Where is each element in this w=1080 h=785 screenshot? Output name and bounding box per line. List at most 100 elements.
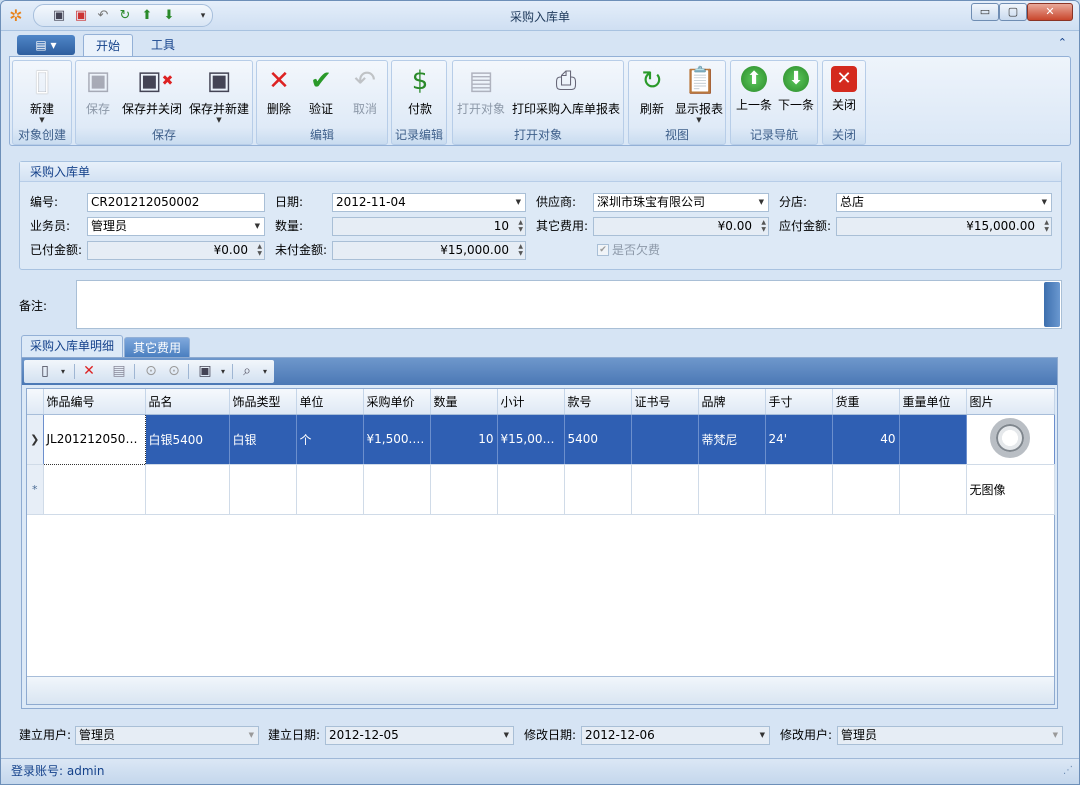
spin-arrows-icon[interactable]: ▲ ▼ — [518, 219, 523, 233]
tab-detail[interactable]: 采购入库单明细 — [21, 335, 124, 357]
delete-button[interactable]: ✕ 删除 — [259, 63, 299, 123]
pay-button[interactable]: $ 付款 — [398, 63, 442, 123]
cell-brand[interactable] — [698, 464, 766, 515]
dropdown-arrow-icon[interactable]: ▼ — [759, 194, 764, 211]
cell-qty[interactable] — [430, 464, 498, 515]
payable-field[interactable]: ¥15,000.00 ▲ ▼ — [836, 217, 1052, 236]
minimize-button[interactable]: ▭ — [971, 3, 999, 21]
cell-subtotal[interactable] — [497, 464, 565, 515]
branch-field[interactable]: 总店 ▼ — [836, 193, 1052, 212]
quantity-field[interactable]: 10 ▲ ▼ — [332, 217, 526, 236]
cell-type[interactable] — [229, 464, 297, 515]
column-header[interactable]: 饰品编号 — [43, 389, 146, 415]
dropdown-arrow-icon[interactable]: ▼ — [760, 727, 765, 744]
maximize-button[interactable]: ▢ — [999, 3, 1027, 21]
spin-arrows-icon[interactable]: ▲ ▼ — [1044, 219, 1049, 233]
cell-weight-unit[interactable] — [899, 464, 967, 515]
save-close-button[interactable]: ▣✖ 保存并关闭 — [120, 63, 184, 123]
refresh-button[interactable]: ↻ 刷新 — [631, 63, 673, 123]
dropdown-caret-icon[interactable]: ▾ — [54, 363, 72, 380]
row-indicator[interactable]: * — [27, 464, 44, 515]
column-header[interactable]: 重量单位 — [899, 389, 967, 415]
prev-record-button[interactable]: ⬆ 上一条 — [733, 63, 775, 123]
column-header[interactable]: 手寸 — [765, 389, 833, 415]
cell-type[interactable]: 白银 — [229, 414, 297, 465]
cell-cert-no[interactable] — [631, 464, 699, 515]
column-header[interactable]: 品名 — [145, 389, 230, 415]
memo-scrollbar[interactable] — [1044, 282, 1060, 327]
dropdown-arrow-icon[interactable]: ▼ — [1042, 194, 1047, 211]
print-report-button[interactable]: ⎙ 打印采购入库单报表 — [509, 63, 623, 123]
move-down-icon[interactable]: ⊙ — [165, 363, 183, 380]
column-header[interactable]: 小计 — [497, 389, 565, 415]
cell-price[interactable]: ¥1,500.00 — [363, 414, 431, 465]
next-record-button[interactable]: ⬇ 下一条 — [775, 63, 817, 123]
column-header[interactable]: 单位 — [296, 389, 364, 415]
spin-arrows-icon[interactable]: ▲ ▼ — [257, 243, 262, 257]
paid-field[interactable]: ¥0.00 ▲ ▼ — [87, 241, 265, 260]
column-header[interactable]: 图片 — [966, 389, 1055, 415]
column-header[interactable]: 采购单价 — [363, 389, 431, 415]
cell-unit[interactable] — [296, 464, 364, 515]
spin-arrows-icon[interactable]: ▲ ▼ — [518, 243, 523, 257]
close-button[interactable]: ✕ 关闭 — [825, 63, 863, 123]
dropdown-arrow-icon[interactable]: ▼ — [1053, 727, 1058, 744]
validate-button[interactable]: ✔ 验证 — [301, 63, 341, 123]
list-icon[interactable]: ▤ — [110, 363, 128, 380]
application-menu-button[interactable]: ▤ ▾ — [17, 35, 75, 55]
dropdown-arrow-icon[interactable]: ▼ — [249, 727, 254, 744]
save-button[interactable]: ▣ 保存 — [78, 63, 118, 123]
cell-image[interactable] — [966, 414, 1055, 465]
move-up-icon[interactable]: ⊙ — [142, 363, 160, 380]
column-header[interactable]: 数量 — [430, 389, 498, 415]
table-row[interactable]: ❯ JL201212050003 白银5400 白银 个 ¥1,500.00 1… — [27, 413, 1055, 465]
cell-style-no[interactable]: 5400 — [564, 414, 632, 465]
tab-tools[interactable]: 工具 — [139, 34, 187, 57]
modified-date-field[interactable]: 2012-12-06 ▼ — [581, 726, 770, 745]
dropdown-caret-icon[interactable]: ▾ — [256, 363, 274, 380]
dropdown-caret-icon[interactable]: ▾ — [214, 363, 232, 380]
new-item-row[interactable]: * 无图像 — [27, 464, 1055, 515]
cell-qty[interactable]: 10 — [430, 414, 498, 465]
cell-weight-unit[interactable] — [899, 414, 967, 465]
delete-row-icon[interactable]: ✕ — [80, 363, 98, 380]
cell-weight[interactable]: 40 — [832, 414, 900, 465]
save-layout-icon[interactable]: ▣ — [196, 363, 214, 380]
row-indicator[interactable]: ❯ — [27, 414, 44, 465]
other-fee-field[interactable]: ¥0.00 ▲ ▼ — [593, 217, 769, 236]
open-object-button[interactable]: ▤ 打开对象 — [455, 63, 507, 123]
cell-image-empty[interactable]: 无图像 — [966, 464, 1055, 515]
date-field[interactable]: 2012-11-04 ▼ — [332, 193, 526, 212]
cell-name[interactable] — [145, 464, 230, 515]
save-new-button[interactable]: ▣ 保存并新建 ▼ — [186, 63, 252, 124]
cell-price[interactable] — [363, 464, 431, 515]
supplier-field[interactable]: 深圳市珠宝有限公司 ▼ — [593, 193, 769, 212]
cell-name[interactable]: 白银5400 — [145, 414, 230, 465]
column-header[interactable]: 款号 — [564, 389, 632, 415]
collapse-ribbon-icon[interactable]: ⌃ — [1058, 36, 1067, 49]
tab-start[interactable]: 开始 — [83, 34, 134, 57]
clerk-field[interactable]: 管理员 ▼ — [87, 217, 265, 236]
new-row-icon[interactable]: ▯ — [36, 363, 54, 380]
cell-style-no[interactable] — [564, 464, 632, 515]
column-header[interactable]: 饰品类型 — [229, 389, 297, 415]
cell-code[interactable]: JL201212050003 — [42, 413, 146, 465]
cell-size[interactable] — [765, 464, 833, 515]
show-report-button[interactable]: 📋 显示报表 ▼ — [673, 63, 725, 124]
column-header[interactable]: 品牌 — [698, 389, 766, 415]
new-button[interactable]: ▯ 新建 ▼ — [19, 63, 65, 124]
created-date-field[interactable]: 2012-12-05 ▼ — [325, 726, 514, 745]
cell-unit[interactable]: 个 — [296, 414, 364, 465]
cancel-button[interactable]: ↶ 取消 — [345, 63, 385, 123]
cell-brand[interactable]: 蒂梵尼 — [698, 414, 766, 465]
cell-code[interactable] — [43, 464, 146, 515]
memo-field[interactable] — [76, 280, 1062, 329]
cell-size[interactable]: 24' — [765, 414, 833, 465]
close-window-button[interactable]: ✕ — [1027, 3, 1073, 21]
tab-other-fees[interactable]: 其它费用 — [124, 337, 191, 357]
cell-subtotal[interactable]: ¥15,000... — [497, 414, 565, 465]
column-header[interactable]: 证书号 — [631, 389, 699, 415]
column-header[interactable]: 货重 — [832, 389, 900, 415]
dropdown-arrow-icon[interactable]: ▼ — [255, 218, 260, 235]
code-field[interactable]: CR201212050002 — [87, 193, 265, 212]
